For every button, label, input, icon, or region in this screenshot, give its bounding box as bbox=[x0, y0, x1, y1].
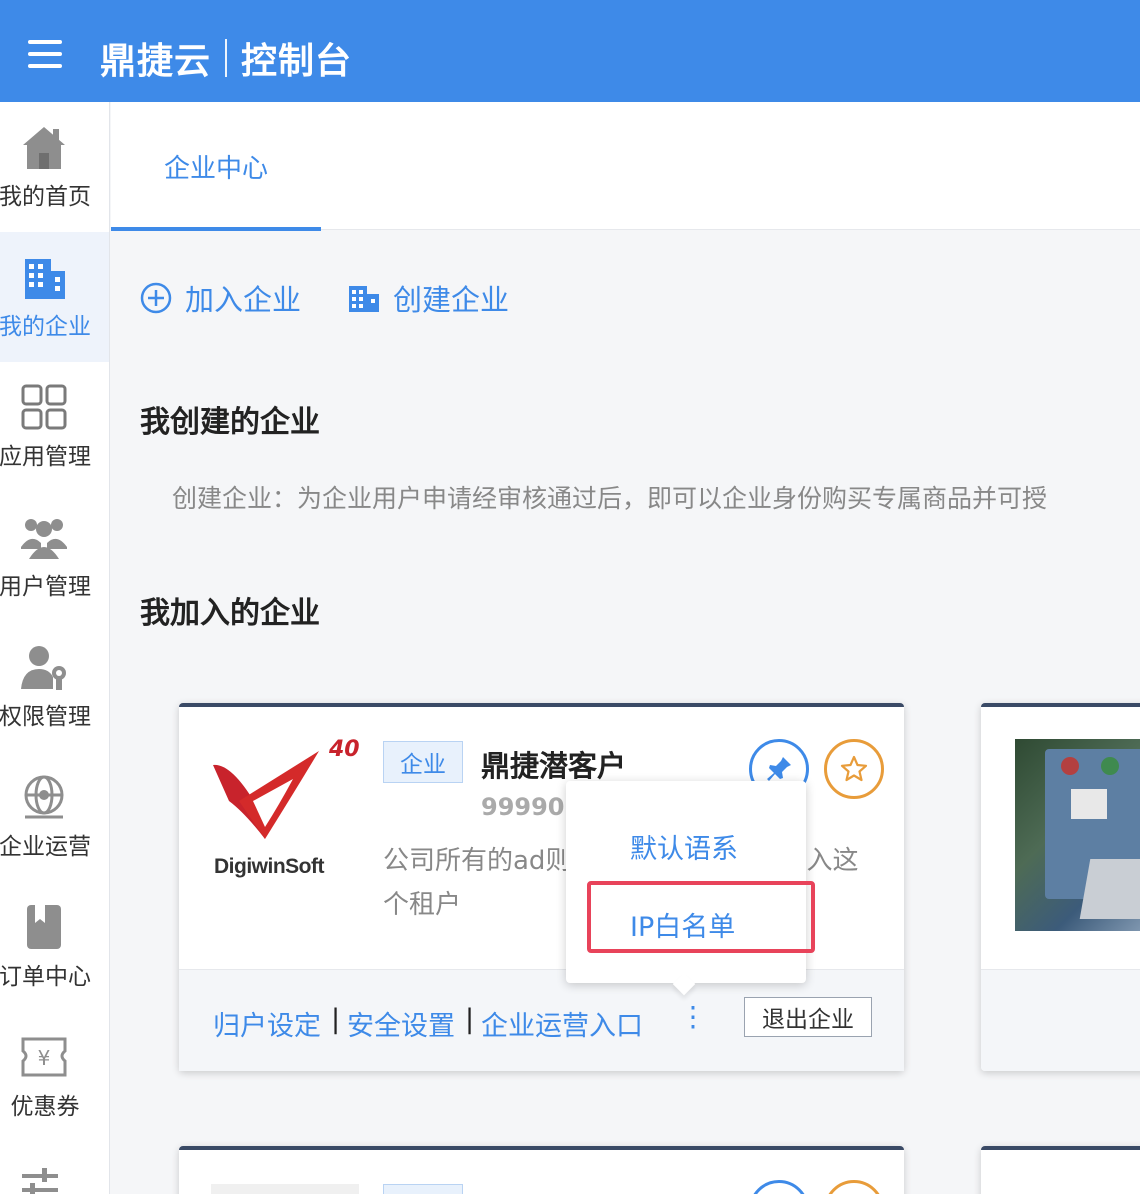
more-options-menu: 默认语系 IP白名单 bbox=[566, 781, 806, 983]
users-icon bbox=[21, 519, 67, 559]
company-logo bbox=[211, 1184, 359, 1194]
sidebar-item-label: 权限管理 bbox=[0, 704, 91, 730]
card-footer bbox=[981, 969, 1140, 1071]
link-separator: | bbox=[331, 1004, 341, 1035]
home-icon bbox=[23, 127, 65, 169]
sidebar-item-label: 应用管理 bbox=[0, 444, 91, 470]
globe-icon bbox=[24, 775, 64, 819]
tab-bar: 企业中心 bbox=[111, 102, 1140, 231]
created-enterprises-title: 我创建的企业 bbox=[140, 405, 320, 440]
desc-line1: 公司所有的ad则 bbox=[383, 846, 572, 876]
enterprise-type-badge bbox=[383, 1184, 463, 1194]
enterprise-name: 鼎捷潜客户 bbox=[481, 749, 627, 783]
menu-item-ip-whitelist[interactable]: IP白名单 bbox=[630, 905, 735, 944]
enterprise-id: 99990( bbox=[481, 793, 576, 821]
main-content: 加入企业 创建企业 我创建的企业 创建企业：为企业用户申请经审核通过后，即可以企… bbox=[111, 231, 1140, 1194]
sidebar-item-label: 企业运营 bbox=[0, 834, 91, 860]
user-key-icon bbox=[21, 646, 66, 690]
favorite-button[interactable] bbox=[824, 739, 884, 799]
pin-icon bbox=[767, 757, 791, 781]
sidebar-item-label: 用户管理 bbox=[0, 574, 91, 600]
sidebar-item-label: 优惠券 bbox=[10, 1094, 80, 1120]
sidebar-item-coupons[interactable]: ¥ 优惠券 bbox=[0, 1012, 109, 1142]
app-grid-icon bbox=[21, 384, 67, 430]
enterprise-type-badge: 企业 bbox=[383, 741, 463, 783]
company-logo: DigiwinSoft 40 bbox=[209, 737, 360, 893]
sidebar-item-home[interactable]: 我的首页 bbox=[0, 102, 109, 232]
sidebar-item-operations[interactable]: 企业运营 bbox=[0, 752, 109, 882]
enterprise-photo bbox=[1015, 739, 1140, 931]
enterprise-card-partial bbox=[981, 703, 1140, 1071]
desc-line1-tail: 入这 bbox=[806, 846, 859, 876]
sidebar: 我的首页 我的企业 应用管理 用户管理 权限管理 企业运营 订单中心 ¥ 优惠券 bbox=[0, 102, 110, 1194]
join-enterprise-label: 加入企业 bbox=[185, 283, 302, 317]
link-separator: | bbox=[465, 1004, 475, 1035]
plus-circle-icon bbox=[140, 282, 172, 314]
tab-enterprise-center[interactable]: 企业中心 bbox=[111, 102, 321, 231]
coupon-icon: ¥ bbox=[21, 1037, 67, 1077]
enterprise-card bbox=[179, 1146, 904, 1194]
brand-name: 鼎捷云 bbox=[100, 41, 212, 82]
favorite-button[interactable] bbox=[824, 1180, 884, 1194]
sidebar-item-permissions[interactable]: 权限管理 bbox=[0, 622, 109, 752]
menu-item-default-language[interactable]: 默认语系 bbox=[630, 827, 738, 866]
enterprise-operations-link[interactable]: 企业运营入口 bbox=[481, 1004, 643, 1043]
security-settings-link[interactable]: 安全设置 bbox=[347, 1004, 455, 1043]
sidebar-item-enterprise[interactable]: 我的企业 bbox=[0, 232, 109, 362]
logo-text: DigiwinSoft bbox=[214, 855, 324, 878]
svg-text:¥: ¥ bbox=[38, 1046, 51, 1070]
join-enterprise-button[interactable]: 加入企业 bbox=[139, 277, 301, 319]
sidebar-item-apps[interactable]: 应用管理 bbox=[0, 362, 109, 492]
menu-icon[interactable] bbox=[28, 40, 62, 68]
quit-enterprise-button[interactable]: 退出企业 bbox=[744, 997, 872, 1037]
joined-enterprises-title: 我加入的企业 bbox=[140, 596, 320, 631]
created-enterprises-desc: 创建企业：为企业用户申请经审核通过后，即可以企业身份购买专属商品并可授 bbox=[172, 484, 1048, 513]
building-icon bbox=[349, 286, 379, 312]
brand-section: 控制台 bbox=[241, 41, 353, 82]
enterprise-card-partial bbox=[981, 1146, 1140, 1194]
account-binding-link[interactable]: 归户设定 bbox=[213, 1004, 321, 1043]
brand-separator bbox=[225, 39, 228, 77]
desc-line2: 个租户 bbox=[383, 890, 462, 920]
sidebar-item-users[interactable]: 用户管理 bbox=[0, 492, 109, 622]
brand-title: 鼎捷云 控制台 bbox=[100, 32, 352, 84]
building-icon bbox=[25, 259, 65, 299]
sidebar-item-orders[interactable]: 订单中心 bbox=[0, 882, 109, 1012]
bookmark-icon bbox=[27, 905, 61, 949]
sliders-icon[interactable] bbox=[20, 1168, 60, 1194]
create-enterprise-label: 创建企业 bbox=[393, 283, 510, 317]
star-icon bbox=[840, 755, 868, 782]
more-options-icon[interactable]: ⋮ bbox=[679, 1000, 707, 1033]
sidebar-item-label: 订单中心 bbox=[0, 964, 91, 990]
sidebar-item-label: 我的企业 bbox=[0, 314, 91, 340]
sidebar-item-label: 我的首页 bbox=[0, 184, 91, 210]
logo-badge: 40 bbox=[329, 737, 360, 762]
pin-button[interactable] bbox=[749, 1180, 809, 1194]
top-bar: 鼎捷云 控制台 bbox=[0, 0, 1140, 102]
create-enterprise-button[interactable]: 创建企业 bbox=[347, 277, 509, 319]
card-footer: 归户设定 | 安全设置 | 企业运营入口 ⋮ 退出企业 bbox=[179, 969, 904, 1071]
